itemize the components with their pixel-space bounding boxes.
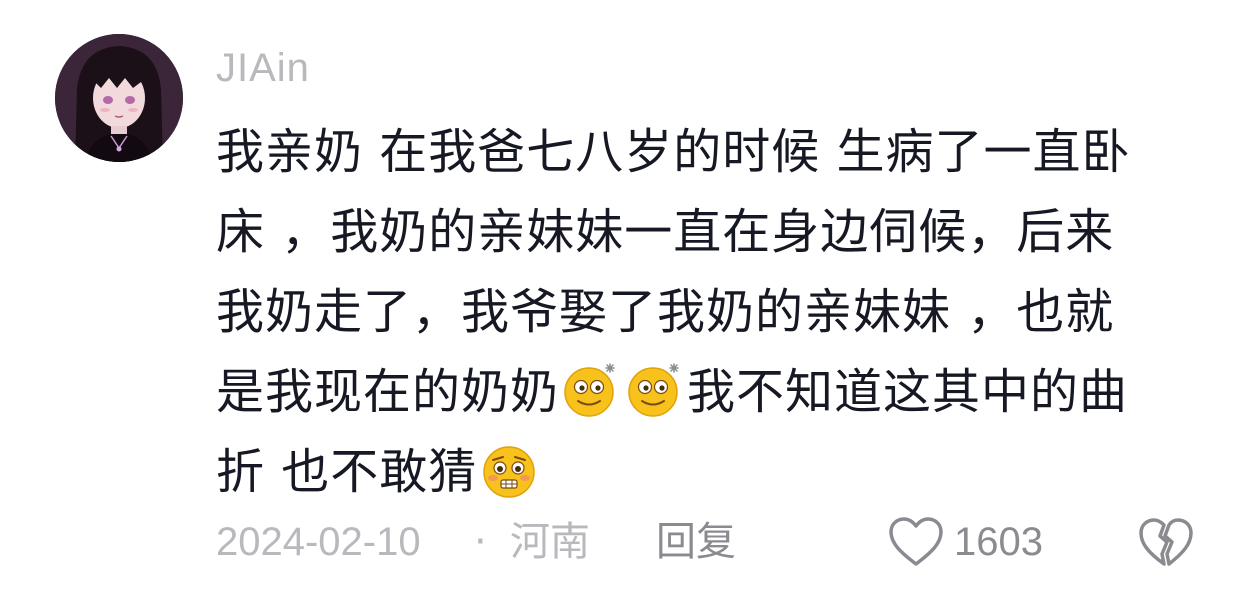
comment-line: 折 也不敢猜 <box>216 444 478 500</box>
meta-separator: · <box>474 519 487 565</box>
comment-line: 我亲奶 在我爸七八岁的时候 生病了一直卧 <box>216 124 1131 180</box>
comment-line: 我奶走了，我爷娶了我奶的亲妹妹 ，也就 <box>216 284 1115 340</box>
comment-meta: 2024-02-10 · 河南 回复 <box>216 512 1216 572</box>
username[interactable]: JIAin <box>216 38 310 98</box>
dislike-button[interactable] <box>1138 514 1194 570</box>
comment-date: 2024-02-10 <box>216 520 421 564</box>
comment-line: 是我现在的奶奶 <box>216 364 560 420</box>
comment-text: 我亲奶 在我爸七八岁的时候 生病了一直卧 床 ，我奶的亲妹妹一直在身边伺候，后来… <box>216 112 1216 512</box>
pleading-fear-emoji-icon <box>479 440 539 500</box>
comment-item: JIAin 我亲奶 在我爸七八岁的时候 生病了一直卧 床 ，我奶的亲妹妹一直在身… <box>0 0 1260 612</box>
user-avatar[interactable] <box>55 34 183 162</box>
broken-heart-icon <box>1139 518 1193 566</box>
dizzy-smile-emoji-icon <box>561 360 621 420</box>
like-button[interactable]: 1603 <box>888 512 1043 572</box>
anime-girl-avatar-icon <box>55 34 183 162</box>
dizzy-smile-emoji-icon <box>625 360 685 420</box>
like-count: 1603 <box>954 519 1043 564</box>
heart-outline-icon <box>889 517 943 566</box>
comment-location: 河南 <box>510 519 590 565</box>
reply-button[interactable]: 回复 <box>656 512 736 572</box>
comment-line: 我不知道这其中的曲 <box>687 364 1129 420</box>
comment-line: 床 ，我奶的亲妹妹一直在身边伺候，后来 <box>216 204 1115 260</box>
